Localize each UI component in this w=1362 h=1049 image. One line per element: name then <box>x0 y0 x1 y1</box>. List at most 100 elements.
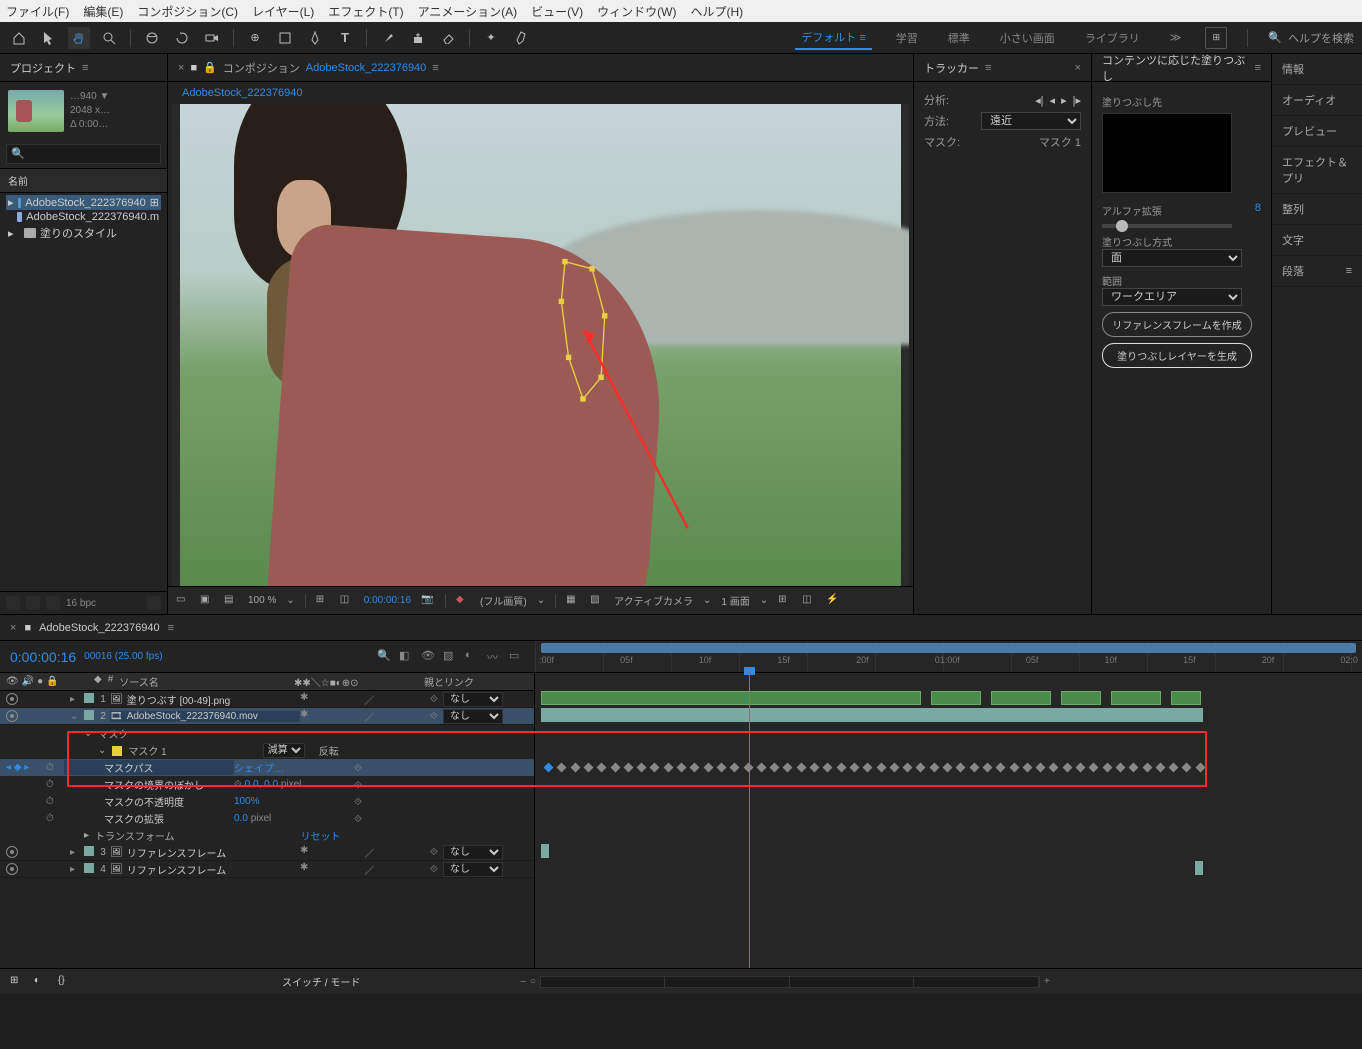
mag-icon[interactable]: ▭ <box>176 594 190 608</box>
new-folder-icon[interactable] <box>46 596 60 610</box>
analyze-back-icon[interactable]: ◂ <box>1050 94 1056 107</box>
link-icon[interactable]: ⟐ <box>430 864 440 874</box>
keyframe[interactable] <box>996 763 1006 773</box>
new-comp-icon[interactable] <box>26 596 40 610</box>
close-tab-icon[interactable]: × <box>10 622 16 634</box>
keyframe[interactable] <box>1115 763 1125 773</box>
fill-tab[interactable]: コンテンツに応じた塗りつぶし <box>1102 52 1249 84</box>
text-tool-icon[interactable]: T <box>334 27 356 49</box>
roto-tool-icon[interactable]: ✦ <box>480 27 502 49</box>
keyframe[interactable] <box>703 763 713 773</box>
keyframe[interactable] <box>544 763 554 773</box>
layer-bar[interactable] <box>991 691 1051 705</box>
time-navigator[interactable] <box>540 976 1040 988</box>
home-icon[interactable] <box>8 27 30 49</box>
transparency-icon[interactable]: ▦ <box>566 594 580 608</box>
brackets-icon[interactable]: {} <box>58 975 72 989</box>
panel-menu-icon[interactable]: ≡ <box>432 62 438 74</box>
layer-row[interactable]: ▸ 1 🖼塗りつぶす [00-49].png ✱／ ⟐なし <box>0 691 534 708</box>
align-tab[interactable]: 整列 <box>1272 194 1362 225</box>
character-tab[interactable]: 文字 <box>1272 225 1362 256</box>
keyframe[interactable] <box>1195 763 1205 773</box>
footer-label[interactable]: スイッチ / モード <box>282 974 360 989</box>
hand-tool-icon[interactable] <box>68 27 90 49</box>
comp-breadcrumb[interactable]: AdobeStock_222376940 <box>182 87 303 99</box>
composition-viewer[interactable] <box>172 104 909 586</box>
visibility-toggle[interactable] <box>6 863 18 875</box>
zoom-out-icon[interactable]: – <box>520 976 526 988</box>
layer-bar[interactable] <box>541 691 921 705</box>
grid-icon[interactable]: ⊞ <box>778 594 792 608</box>
keyframe[interactable] <box>743 763 753 773</box>
trash-icon[interactable] <box>147 596 161 610</box>
views-dropdown[interactable]: 1 画面 <box>721 593 749 608</box>
keyframe[interactable] <box>796 763 806 773</box>
keyframe[interactable] <box>876 763 886 773</box>
keyframe[interactable] <box>863 763 873 773</box>
twirl-icon[interactable]: ⌄ <box>84 728 92 739</box>
keyframe[interactable] <box>557 763 567 773</box>
panel-menu-icon[interactable]: ≡ <box>985 62 991 74</box>
keyframe[interactable] <box>1036 763 1046 773</box>
panel-menu-icon[interactable]: ≡ <box>82 62 88 74</box>
pen-tool-icon[interactable] <box>304 27 326 49</box>
keyframe[interactable] <box>570 763 580 773</box>
keyframe[interactable] <box>770 763 780 773</box>
workspace-more[interactable]: ≫ <box>1164 28 1188 47</box>
parent-select[interactable]: なし <box>443 692 503 707</box>
property-row[interactable]: ◂ ◆ ▸ ⏱ マスクパス シェイプ… ⟐ <box>0 759 534 776</box>
interpret-icon[interactable] <box>6 596 20 610</box>
timeline-tracks[interactable]: /* kf generated below */ <box>535 673 1362 968</box>
twirl-icon[interactable]: ▸ <box>70 694 84 705</box>
twirl-icon[interactable]: ▸ <box>84 830 89 841</box>
project-column-name[interactable]: 名前 <box>0 168 167 193</box>
mask-invert[interactable]: 反転 <box>319 743 339 758</box>
parent-select[interactable]: なし <box>443 845 503 860</box>
prop-value[interactable]: シェイプ… <box>234 760 354 775</box>
zoom-in-icon[interactable]: + <box>1044 976 1050 988</box>
search-icon[interactable]: 🔍 <box>377 649 393 665</box>
clone-tool-icon[interactable] <box>407 27 429 49</box>
comp-name[interactable]: AdobeStock_222376940 <box>306 62 427 74</box>
constrain-icon[interactable]: ⟐ <box>234 779 242 790</box>
project-item[interactable]: ▸AdobeStock_222376940⊞ <box>6 195 161 210</box>
current-time[interactable]: 0:00:00:16 <box>10 649 76 665</box>
label-color[interactable] <box>84 846 94 856</box>
menu-anim[interactable]: アニメーション(A) <box>418 3 518 20</box>
layer-bar[interactable] <box>931 691 981 705</box>
layer-bar[interactable] <box>1061 691 1101 705</box>
menu-layer[interactable]: レイヤー(L) <box>252 3 314 20</box>
timeline-tab[interactable]: AdobeStock_222376940 <box>39 622 160 634</box>
panel-menu-icon[interactable]: ≡ <box>1255 62 1261 74</box>
fill-method-select[interactable]: 面 <box>1102 249 1242 267</box>
frame-blend-icon[interactable]: ◐ <box>34 975 48 989</box>
quality-dropdown[interactable]: (フル画質) <box>480 593 527 608</box>
rect-tool-icon[interactable] <box>274 27 296 49</box>
keyframe-track[interactable]: /* kf generated below */ <box>541 759 1356 776</box>
zoom-slider[interactable]: ○ <box>530 976 536 988</box>
close-tab-icon[interactable]: × <box>178 62 184 74</box>
fill-range-select[interactable]: ワークエリア <box>1102 288 1242 306</box>
layer-row[interactable]: ▸ 3 🖼リファレンスフレーム ✱／ ⟐なし <box>0 844 534 861</box>
keyframe[interactable] <box>783 763 793 773</box>
link-icon[interactable]: ⟐ <box>354 814 364 824</box>
keyframe[interactable] <box>1182 763 1192 773</box>
keyframe[interactable] <box>1062 763 1072 773</box>
render-icon[interactable]: ▭ <box>509 649 525 665</box>
layer-bar[interactable] <box>1171 691 1201 705</box>
alpha-value[interactable]: 8 <box>1255 202 1261 214</box>
audio-col-icon[interactable]: 🔊 <box>22 676 34 687</box>
label-color[interactable] <box>84 863 94 873</box>
keyframe[interactable] <box>1102 763 1112 773</box>
analyze-back-one-icon[interactable]: ◂| <box>1035 94 1043 107</box>
info-tab[interactable]: 情報 <box>1272 54 1362 85</box>
prop-value[interactable]: 0.0 <box>234 813 248 824</box>
prop-value[interactable]: 0.0, 0.0 <box>245 779 278 790</box>
create-reference-button[interactable]: リファレンスフレームを作成 <box>1102 312 1252 337</box>
property-row[interactable]: ⏱ マスクの境界のぼかし ⟐ 0.0, 0.0 pixel ⟐ <box>0 776 534 793</box>
keyframe[interactable] <box>956 763 966 773</box>
keyframe[interactable] <box>810 763 820 773</box>
time-display[interactable]: 0:00:00:16 <box>364 595 411 606</box>
keyframe[interactable] <box>1009 763 1019 773</box>
close-icon[interactable]: × <box>1075 62 1081 74</box>
